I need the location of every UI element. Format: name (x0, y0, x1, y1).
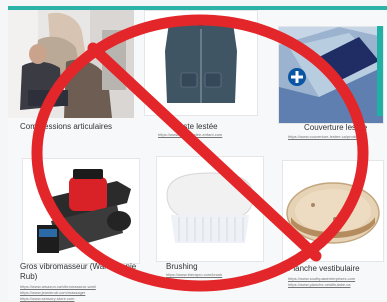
balance-board-image (282, 160, 384, 262)
weighted-vest-caption: Veste lestée (174, 122, 218, 131)
balance-board-sources: https://www.southpawenterprises.com http… (288, 276, 355, 288)
compressions-caption: Compressions articulaires (20, 122, 113, 131)
balance-board-source-link[interactable]: https://www.planche-vestibulaire.ca (288, 282, 355, 287)
vibrator-sources: https://www.amazon.ca/vibromasseur-wahl … (20, 284, 96, 302)
vibrator-source-link[interactable]: https://www.amazon.ca/vibromasseur-wahl (20, 284, 96, 289)
vibrator-source-link[interactable]: https://www.sensory-store.com (20, 296, 96, 301)
weighted-blanket-image (278, 26, 384, 124)
side-accent-bar (377, 26, 383, 116)
compressions-photo (8, 10, 134, 118)
brush-caption: Brushing (166, 262, 198, 271)
compressions-image (8, 10, 134, 118)
brush-image (156, 156, 264, 262)
weighted-blanket-photo (279, 27, 383, 123)
balance-board-source-link[interactable]: https://www.southpawenterprises.com (288, 276, 355, 281)
slide: Compressions articulaires Veste lestée h… (8, 10, 387, 302)
vibrator-image (22, 158, 140, 264)
weighted-vest-source[interactable]: https://www.veste-lestee-enfant.com (158, 132, 222, 137)
vibrator-source-link[interactable]: https://www.jeanierub.com/massager (20, 290, 96, 295)
brush-source[interactable]: https://www.therapro.com/brush (166, 272, 222, 277)
weighted-blanket-source[interactable]: https://www.couverture-lestee.ca/produit (288, 134, 359, 139)
brush-icon (157, 157, 263, 261)
vibrator-caption: Gros vibromasseur (Wahl/Jeanie Rub) (20, 262, 137, 281)
weighted-vest-icon (145, 11, 257, 115)
vibrator-photo (23, 159, 139, 263)
balance-board-caption: Planche vestibulaire (288, 264, 360, 273)
weighted-blanket-caption: Couverture lestée (304, 123, 368, 132)
weighted-vest-image (144, 10, 258, 116)
balance-board-photo (283, 161, 383, 261)
